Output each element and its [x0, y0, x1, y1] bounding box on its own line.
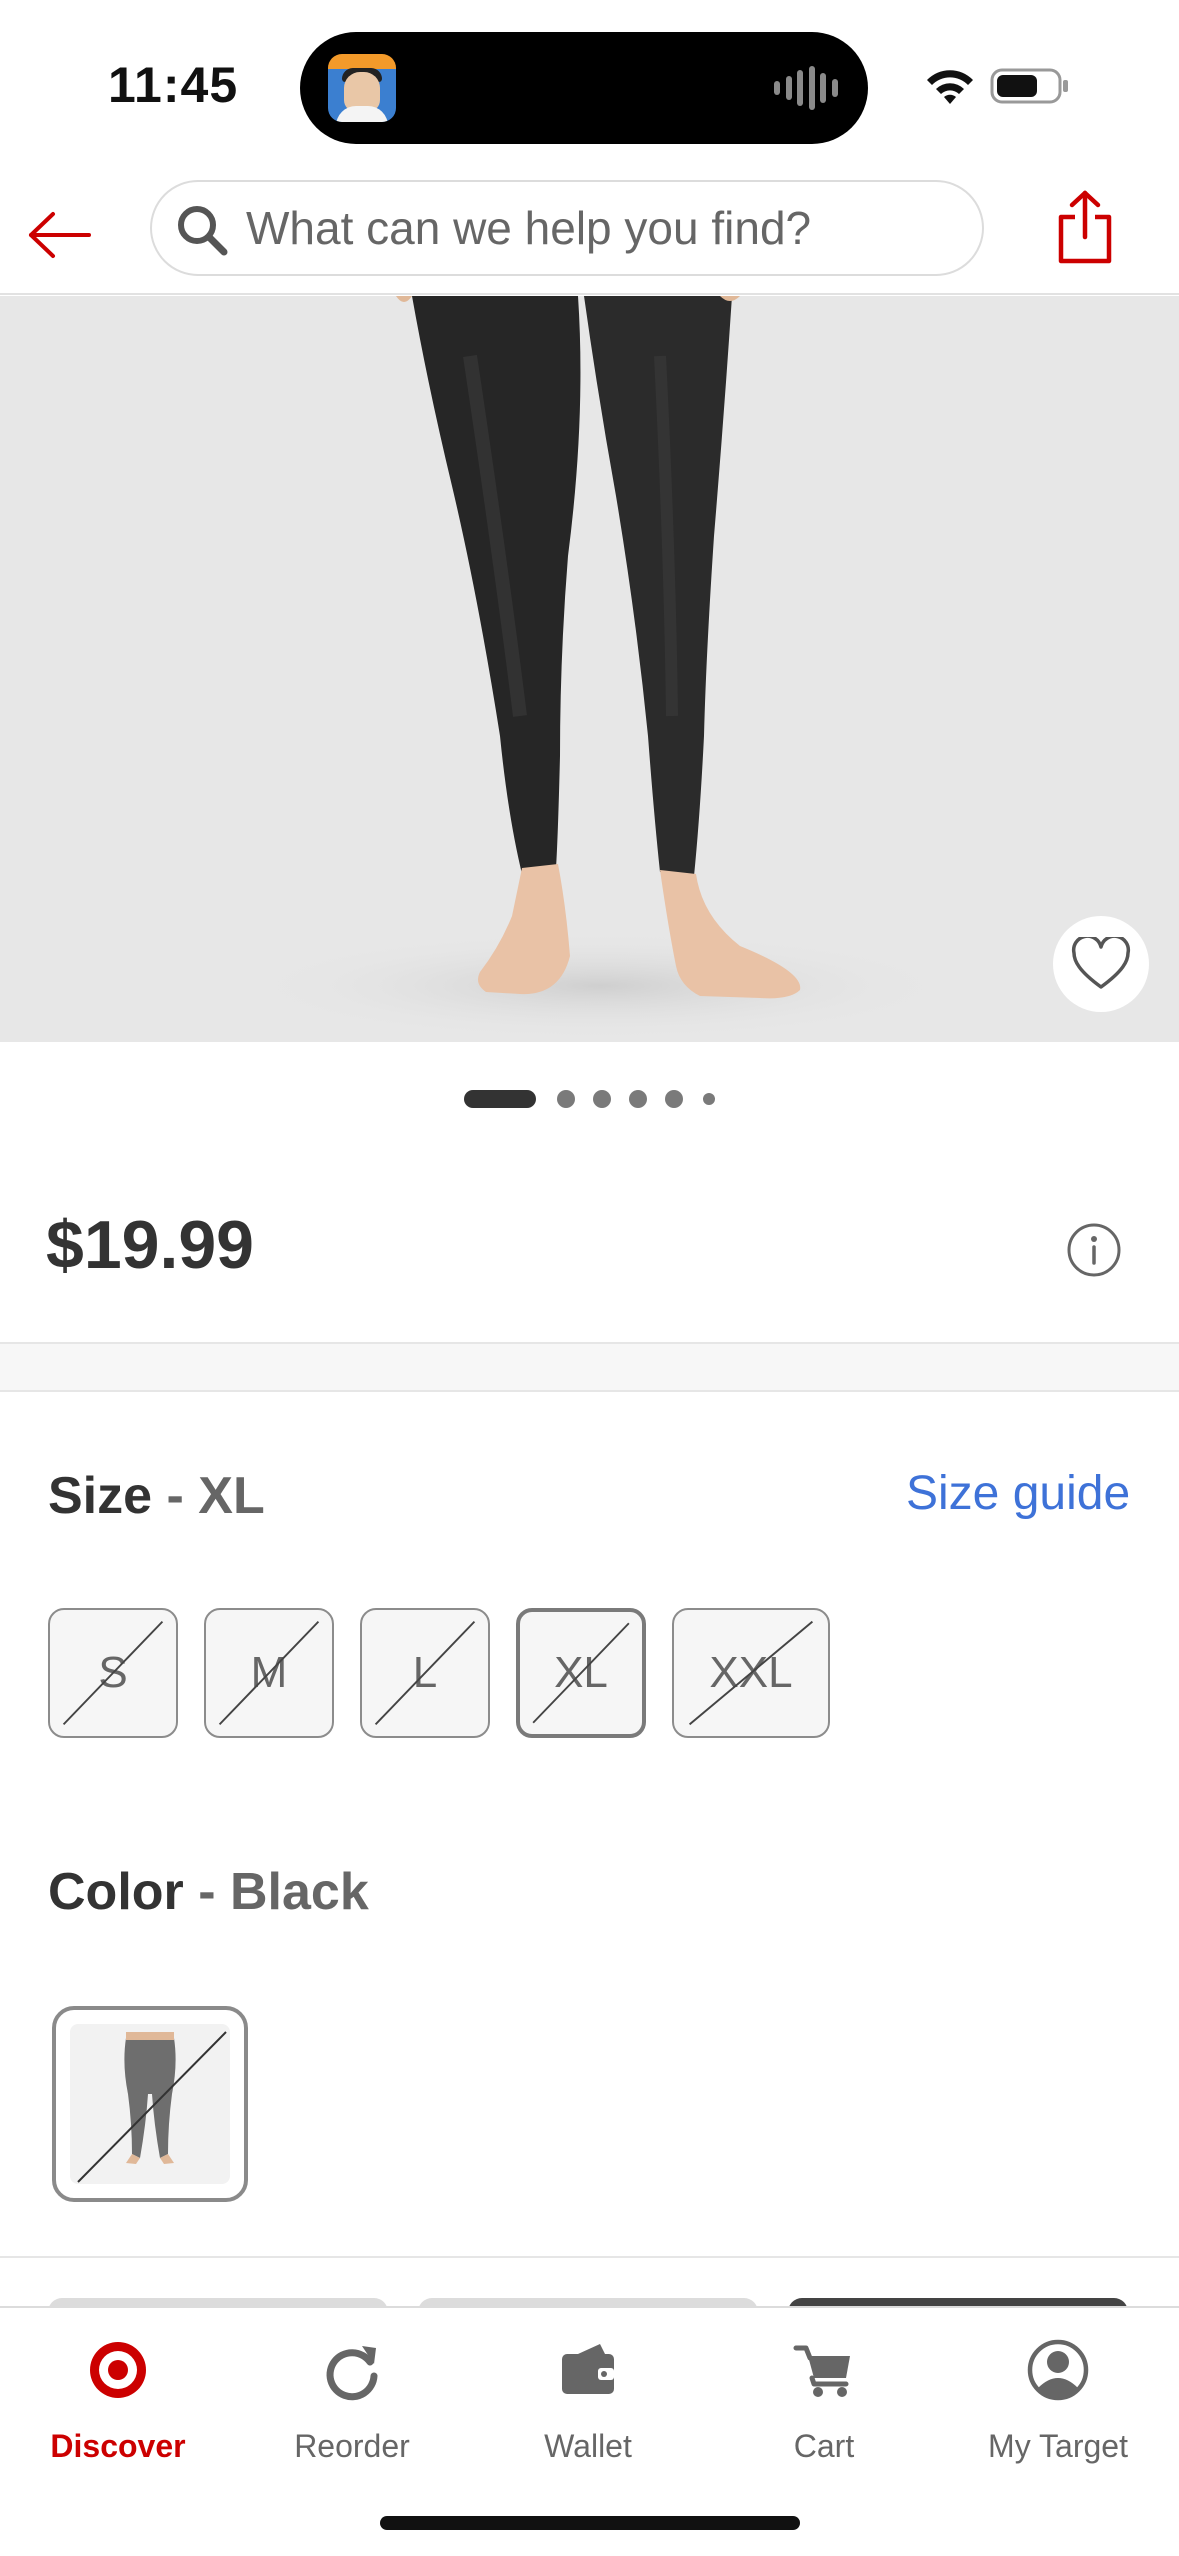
size-option-s[interactable]: S	[48, 1608, 178, 1738]
product-price: $19.99	[46, 1207, 254, 1283]
cart-icon	[793, 2345, 850, 2397]
tab-label: Cart	[793, 2428, 855, 2464]
size-option-l[interactable]: L	[360, 1608, 490, 1738]
size-selected-value: XL	[198, 1467, 265, 1525]
account-icon	[1027, 2339, 1089, 2401]
section-divider	[0, 1342, 1179, 1392]
carousel-dot[interactable]	[703, 1093, 715, 1105]
share-button[interactable]	[1045, 183, 1125, 271]
search-bar[interactable]	[150, 180, 984, 276]
status-bar: 11:45	[0, 0, 1179, 175]
audio-wave-icon	[774, 66, 838, 110]
dynamic-island[interactable]	[300, 32, 868, 144]
size-option-xl[interactable]: XL	[516, 1608, 646, 1738]
unavailable-strike	[532, 1622, 630, 1724]
heart-icon	[1071, 937, 1131, 989]
wifi-icon	[927, 70, 973, 104]
tab-discover[interactable]: Discover	[18, 2328, 218, 2478]
tab-label: Reorder	[294, 2428, 410, 2464]
status-time: 11:45	[108, 57, 239, 113]
carousel-indicator[interactable]	[0, 1086, 1179, 1108]
color-separator: -	[183, 1863, 230, 1921]
unavailable-strike	[77, 2031, 227, 2183]
carousel-dot-active[interactable]	[464, 1090, 536, 1108]
favorite-button[interactable]	[1053, 916, 1149, 1012]
color-label: Color	[48, 1863, 184, 1921]
top-header	[0, 175, 1179, 295]
size-separator: -	[152, 1467, 199, 1525]
unavailable-strike	[688, 1620, 814, 1726]
section-divider	[0, 2256, 1179, 2258]
now-playing-thumbnail	[328, 54, 396, 122]
share-icon	[1058, 190, 1112, 264]
size-option-m[interactable]: M	[204, 1608, 334, 1738]
tab-wallet[interactable]: Wallet	[488, 2328, 688, 2478]
tab-cart[interactable]: Cart	[724, 2328, 924, 2478]
color-selected-value: Black	[229, 1863, 369, 1921]
tab-my-target[interactable]: My Target	[958, 2328, 1158, 2478]
carousel-dot[interactable]	[629, 1090, 647, 1108]
tab-reorder[interactable]: Reorder	[252, 2328, 452, 2478]
carousel-dot[interactable]	[557, 1090, 575, 1108]
unavailable-strike	[374, 1620, 476, 1726]
battery-icon	[990, 68, 1068, 104]
info-icon[interactable]	[1066, 1222, 1122, 1278]
size-label: Size	[48, 1467, 153, 1525]
reorder-icon	[326, 2346, 378, 2401]
back-button[interactable]	[20, 195, 100, 275]
product-image[interactable]	[0, 296, 1179, 1042]
size-heading: Size - XL	[48, 1466, 265, 1526]
color-heading: Color - Black	[48, 1862, 369, 1922]
back-arrow-icon	[29, 212, 91, 258]
search-icon	[178, 206, 228, 256]
wallet-icon	[562, 2344, 614, 2394]
color-swatch-black[interactable]	[52, 2006, 248, 2202]
size-guide-link[interactable]: Size guide	[906, 1466, 1130, 1521]
tab-label: Wallet	[544, 2428, 632, 2464]
target-logo-icon	[90, 2342, 146, 2398]
home-indicator[interactable]	[380, 2516, 800, 2530]
tab-label: My Target	[988, 2428, 1128, 2464]
leggings-photo	[240, 296, 960, 1041]
size-option-xxl[interactable]: XXL	[672, 1608, 830, 1738]
unavailable-strike	[62, 1620, 164, 1726]
search-input[interactable]	[246, 182, 966, 274]
carousel-dot[interactable]	[593, 1090, 611, 1108]
tab-label: Discover	[50, 2428, 186, 2464]
unavailable-strike	[218, 1620, 320, 1726]
carousel-dot[interactable]	[665, 1090, 683, 1108]
